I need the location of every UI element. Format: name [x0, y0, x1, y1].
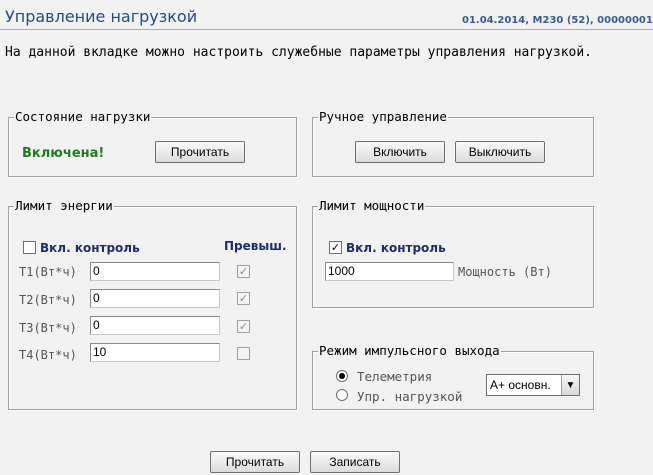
write-button[interactable]: Записать: [310, 451, 400, 473]
t3-energy-input[interactable]: 0: [90, 316, 220, 335]
t2-label: T2(Вт*ч): [19, 293, 77, 307]
load-state-legend: Состояние нагрузки: [14, 109, 152, 124]
pulse-source-select[interactable]: А+ основн. ▼: [486, 374, 580, 396]
energy-control-label: Вкл. контроль: [40, 241, 140, 255]
t3-label: T3(Вт*ч): [19, 321, 77, 335]
exceeded-header: Превыш.: [224, 239, 287, 253]
telemetry-radio[interactable]: [336, 370, 348, 382]
energy-limit-group: Лимит энергии: [8, 198, 297, 410]
load-status-value: Включена!: [22, 146, 105, 161]
t4-label: T4(Вт*ч): [19, 348, 77, 362]
power-unit-label: Мощность (Вт): [458, 265, 552, 279]
t1-exceeded-checkbox: ✓: [237, 265, 250, 278]
manual-control-legend: Ручное управление: [318, 109, 448, 124]
t1-label: T1(Вт*ч): [19, 265, 77, 279]
read-button[interactable]: Прочитать: [210, 451, 300, 473]
t4-exceeded-checkbox: [237, 347, 250, 360]
page-title: Управление нагрузкой: [5, 7, 198, 26]
check-icon: ✓: [330, 241, 341, 254]
t1-energy-input[interactable]: 0: [90, 262, 220, 281]
t2-exceeded-checkbox: ✓: [237, 292, 250, 305]
power-limit-group: Лимит мощности: [312, 198, 594, 308]
energy-control-checkbox[interactable]: [23, 241, 36, 254]
pulse-source-value: А+ основн.: [490, 378, 551, 392]
telemetry-radio-label: Телеметрия: [357, 369, 433, 384]
t3-exceeded-checkbox: ✓: [237, 320, 250, 333]
device-info: 01.04.2014, M230 (52), 00000001: [462, 15, 653, 26]
power-limit-input[interactable]: 1000: [325, 262, 454, 281]
load-control-radio[interactable]: [336, 389, 348, 401]
page-description: На данной вкладке можно настроить служеб…: [5, 45, 592, 60]
chevron-down-icon: ▼: [561, 375, 579, 395]
load-off-button[interactable]: Выключить: [455, 141, 545, 163]
energy-limit-legend: Лимит энергии: [14, 198, 114, 213]
t4-energy-input[interactable]: 10: [90, 343, 220, 362]
read-state-button[interactable]: Прочитать: [155, 141, 245, 163]
power-control-checkbox[interactable]: ✓: [329, 241, 342, 254]
power-control-label: Вкл. контроль: [346, 241, 446, 255]
load-on-button[interactable]: Включить: [355, 141, 445, 163]
check-icon: ✓: [238, 265, 249, 278]
page-header: Управление нагрузкой 01.04.2014, M230 (5…: [0, 0, 653, 30]
load-control-radio-label: Упр. нагрузкой: [357, 389, 463, 404]
check-icon: ✓: [238, 292, 249, 305]
check-icon: ✓: [238, 320, 249, 333]
t2-energy-input[interactable]: 0: [90, 289, 220, 308]
power-limit-legend: Лимит мощности: [318, 198, 426, 213]
pulse-output-legend: Режим импульсного выхода: [318, 343, 501, 358]
